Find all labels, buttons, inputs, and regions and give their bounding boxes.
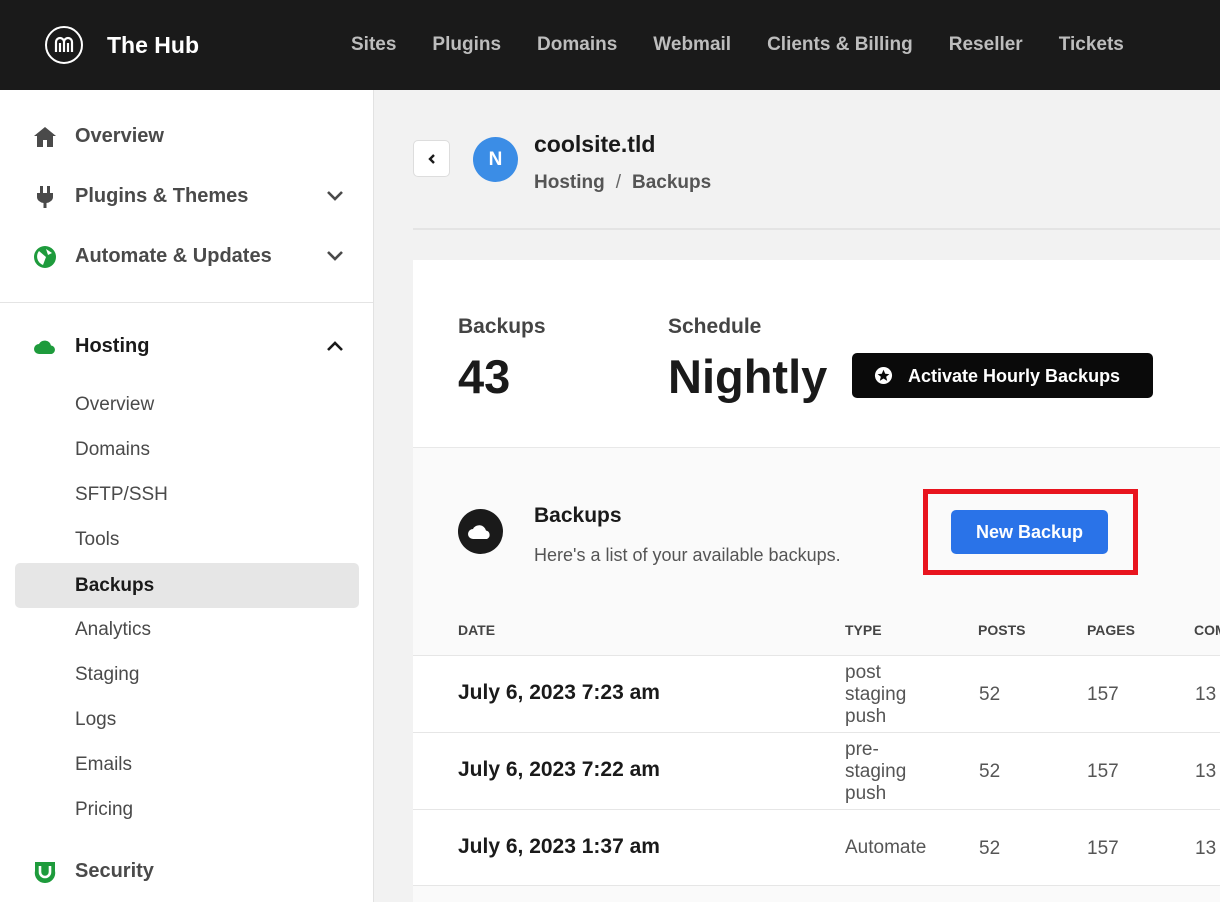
page-title: coolsite.tld (534, 131, 656, 157)
sidebar-item-overview[interactable]: Overview (0, 116, 374, 156)
sidebar-sub-sftp-ssh[interactable]: SFTP/SSH (15, 472, 359, 517)
hub-logo-icon[interactable] (45, 26, 83, 64)
sidebar-item-hosting[interactable]: Hosting (0, 326, 374, 366)
sidebar-sub-tools[interactable]: Tools (15, 517, 359, 562)
sidebar-sub-analytics[interactable]: Analytics (15, 607, 359, 652)
topnav-plugins[interactable]: Plugins (432, 34, 501, 56)
automate-icon (34, 246, 56, 268)
row-date: July 6, 2023 7:22 am (458, 758, 660, 781)
sidebar-sub-label: Logs (75, 709, 117, 730)
new-backup-button[interactable]: New Backup (951, 510, 1108, 554)
row-date: July 6, 2023 1:37 am (458, 835, 660, 858)
row-pages: 157 (1087, 838, 1119, 859)
sidebar-item-automate-updates[interactable]: Automate & Updates (0, 236, 374, 276)
table-row[interactable]: July 6, 2023 1:37 am Automate 52 157 13 (413, 809, 1220, 886)
back-button[interactable] (413, 140, 450, 177)
sidebar-sub-label: Analytics (75, 619, 152, 640)
backups-count-value: 43 (458, 350, 511, 403)
section-title: Backups (534, 504, 622, 527)
sidebar-sub-staging[interactable]: Staging (15, 652, 359, 697)
top-bar: The Hub Sites Plugins Domains Webmail Cl… (0, 0, 1220, 90)
row-type: pre-staging push (845, 739, 907, 804)
sidebar-item-label: Overview (75, 125, 164, 147)
home-icon (34, 127, 56, 147)
topnav-domains[interactable]: Domains (537, 34, 617, 56)
table-row[interactable]: July 6, 2023 7:22 am pre-staging push 52… (413, 732, 1220, 809)
sidebar-sub-domains[interactable]: Domains (15, 427, 359, 472)
sidebar-divider (0, 302, 373, 303)
table-row[interactable]: July 6, 2023 7:23 am post staging push 5… (413, 655, 1220, 732)
section-description: Here's a list of your available backups. (534, 545, 841, 565)
plug-icon (36, 186, 54, 208)
backups-cloud-icon (458, 509, 503, 554)
cloud-icon (34, 340, 55, 354)
sidebar: Overview Plugins & Themes Automate & Upd… (0, 90, 374, 902)
column-header-comments[interactable]: COM (1194, 622, 1220, 638)
header-divider (413, 228, 1220, 230)
topnav-clients-billing[interactable]: Clients & Billing (767, 34, 913, 56)
top-nav: Sites Plugins Domains Webmail Clients & … (351, 34, 1160, 56)
chevron-up-icon[interactable] (325, 336, 345, 356)
sidebar-item-label: Hosting (75, 335, 150, 357)
chevron-left-icon (428, 154, 435, 164)
sidebar-item-plugins-themes[interactable]: Plugins & Themes (0, 176, 374, 216)
topnav-reseller[interactable]: Reseller (949, 34, 1023, 56)
sidebar-item-label: Automate & Updates (75, 245, 272, 267)
row-posts: 52 (979, 838, 1001, 859)
sidebar-sub-label: Overview (75, 394, 155, 415)
breadcrumb-hosting[interactable]: Hosting (534, 172, 605, 193)
column-header-posts[interactable]: POSTS (978, 622, 1025, 638)
column-header-pages[interactable]: PAGES (1087, 622, 1135, 638)
activate-hourly-backups-button[interactable]: Activate Hourly Backups (852, 353, 1153, 398)
site-avatar: N (473, 137, 518, 182)
backups-card: Backups 43 Schedule Nightly Activate Hou… (413, 260, 1220, 902)
breadcrumb-separator: / (615, 172, 621, 193)
sidebar-sub-pricing[interactable]: Pricing (15, 787, 359, 832)
row-comments: 13 (1195, 684, 1217, 705)
sidebar-sub-label: Emails (75, 754, 133, 775)
sidebar-sub-overview[interactable]: Overview (15, 382, 359, 427)
schedule-label: Schedule (668, 315, 762, 338)
chevron-down-icon[interactable] (325, 186, 345, 206)
sidebar-item-label: Plugins & Themes (75, 185, 249, 207)
sidebar-item-label: Security (75, 860, 154, 882)
row-posts: 52 (979, 684, 1001, 705)
sidebar-sub-backups[interactable]: Backups (15, 563, 359, 608)
sidebar-sub-label: Domains (75, 439, 150, 460)
breadcrumb: Hosting / Backups (534, 172, 711, 194)
breadcrumb-backups: Backups (632, 172, 712, 193)
row-comments: 13 (1195, 761, 1217, 782)
sidebar-sub-label: Staging (75, 664, 140, 685)
hourly-button-label: Activate Hourly Backups (908, 366, 1121, 386)
chevron-down-icon[interactable] (325, 246, 345, 266)
brand-name[interactable]: The Hub (107, 32, 199, 59)
row-date: July 6, 2023 7:23 am (458, 681, 660, 704)
row-type: Automate (845, 837, 927, 858)
shield-icon (34, 862, 56, 884)
row-comments: 13 (1195, 838, 1217, 859)
sidebar-sub-logs[interactable]: Logs (15, 697, 359, 742)
sidebar-sub-label: Backups (75, 575, 155, 596)
row-pages: 157 (1087, 761, 1119, 782)
sidebar-sub-label: Tools (75, 529, 120, 550)
sidebar-sub-label: Pricing (75, 799, 134, 820)
sidebar-sub-emails[interactable]: Emails (15, 742, 359, 787)
column-header-date[interactable]: DATE (458, 622, 495, 638)
topnav-webmail[interactable]: Webmail (653, 34, 731, 56)
column-header-type[interactable]: TYPE (845, 622, 882, 638)
row-type: post staging push (845, 662, 907, 727)
backups-count-label: Backups (458, 315, 546, 338)
topnav-tickets[interactable]: Tickets (1059, 34, 1124, 56)
sidebar-sub-label: SFTP/SSH (75, 484, 168, 505)
topnav-sites[interactable]: Sites (351, 34, 396, 56)
sidebar-item-security[interactable]: Security (0, 851, 374, 891)
star-icon (874, 366, 893, 385)
row-posts: 52 (979, 761, 1001, 782)
row-pages: 157 (1087, 684, 1119, 705)
schedule-value: Nightly (668, 350, 828, 403)
